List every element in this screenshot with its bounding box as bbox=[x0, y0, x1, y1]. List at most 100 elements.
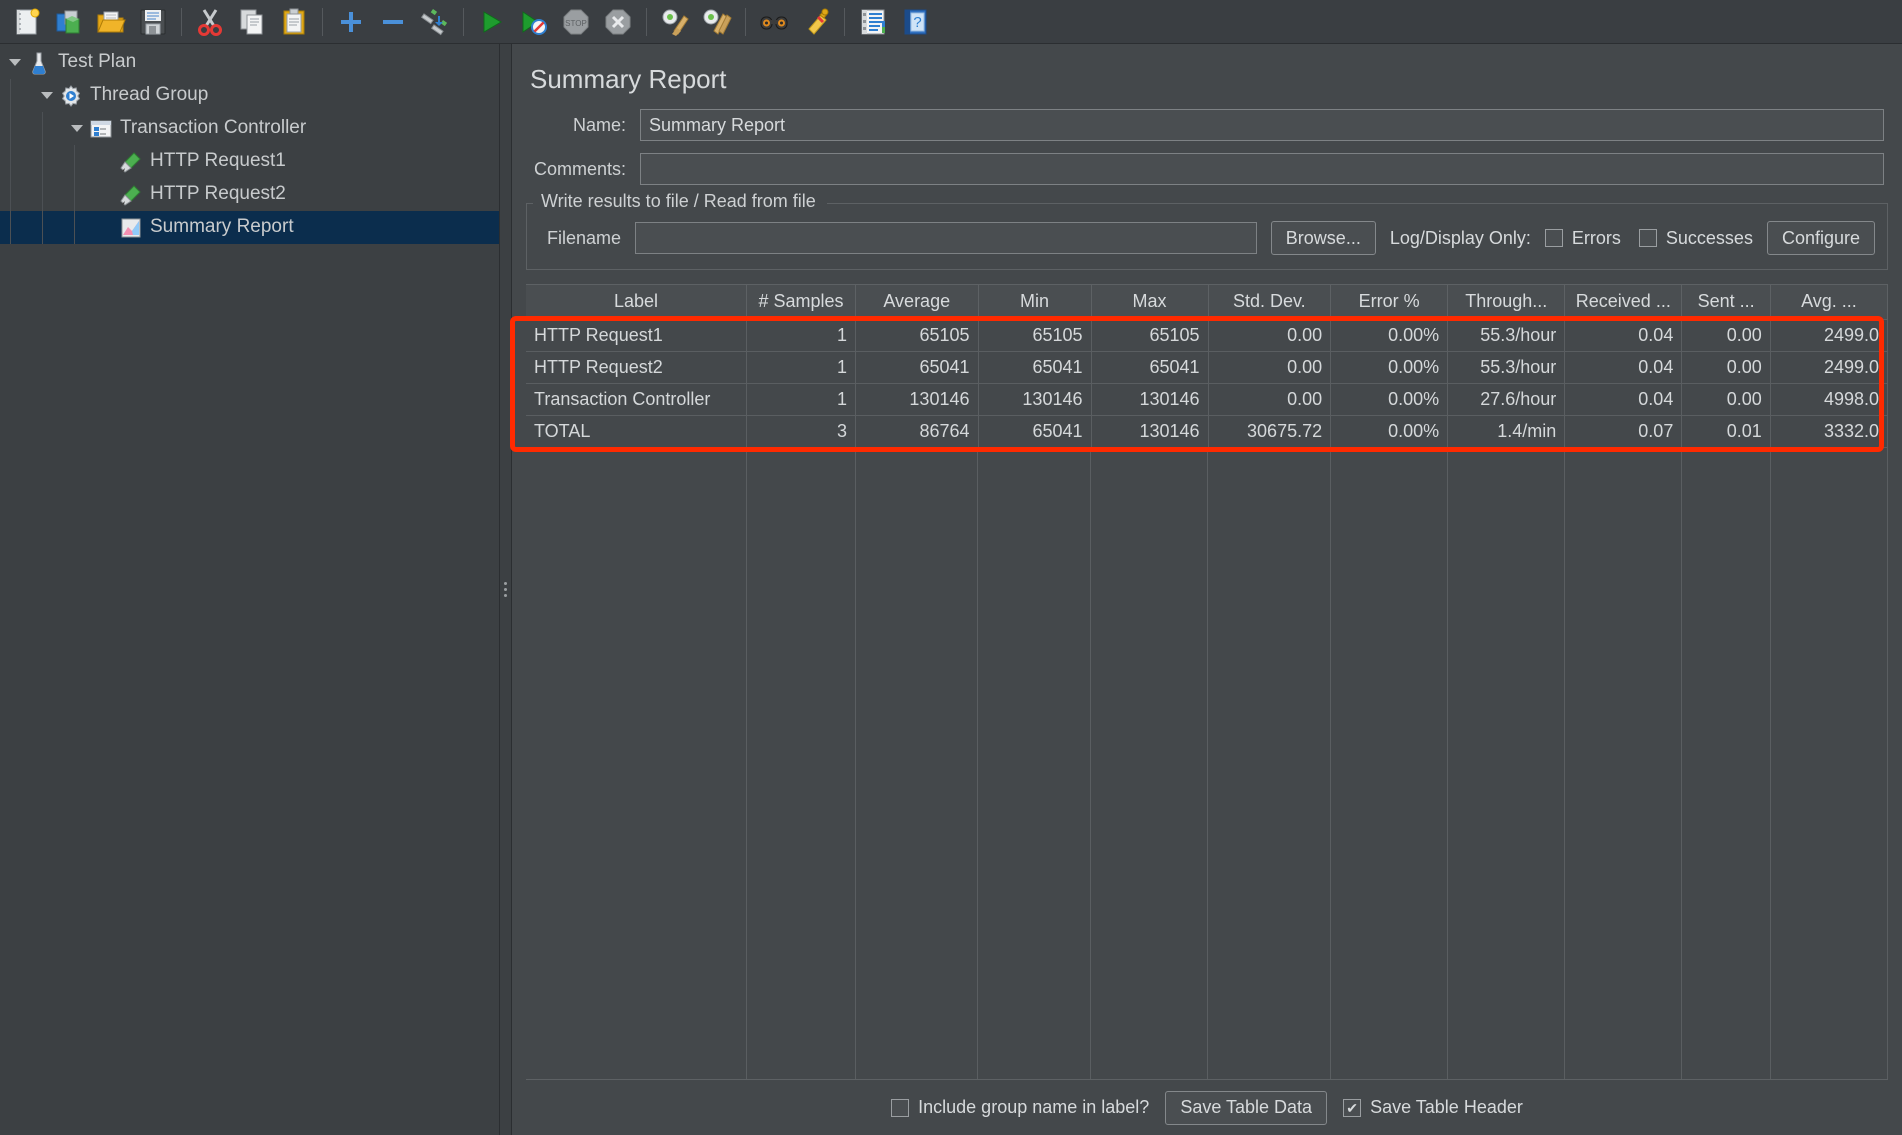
column-header-throughput[interactable]: Through... bbox=[1448, 285, 1565, 319]
cell-samples: 1 bbox=[747, 383, 856, 415]
successes-checkbox-box[interactable] bbox=[1639, 229, 1657, 247]
search-icon[interactable] bbox=[753, 2, 795, 42]
cell-avg-bytes: 2499.0 bbox=[1770, 351, 1887, 383]
expand-toggle[interactable] bbox=[36, 79, 58, 112]
errors-checkbox[interactable]: Errors bbox=[1545, 228, 1621, 249]
function-helper-icon[interactable] bbox=[852, 2, 894, 42]
tree-node-label: HTTP Request2 bbox=[150, 183, 286, 206]
svg-text:?: ? bbox=[913, 14, 921, 31]
expand-toggle[interactable] bbox=[66, 112, 88, 145]
cell-throughput: 1.4/min bbox=[1448, 415, 1565, 447]
table-row-total[interactable]: TOTAL 3 86764 65041 130146 30675.72 0.00… bbox=[526, 415, 1888, 447]
tree-node-thread-group[interactable]: Thread Group bbox=[0, 79, 499, 112]
tree-node-label: Transaction Controller bbox=[120, 117, 306, 140]
reset-search-icon[interactable] bbox=[795, 2, 837, 42]
tree-node-http-request2[interactable]: HTTP Request2 bbox=[0, 178, 499, 211]
new-icon[interactable] bbox=[6, 2, 48, 42]
page-title: Summary Report bbox=[512, 44, 1902, 109]
summary-report-panel: Summary Report Name: Comments: Write res… bbox=[512, 44, 1902, 1135]
tree-node-test-plan[interactable]: Test Plan bbox=[0, 46, 499, 79]
errors-checkbox-box[interactable] bbox=[1545, 229, 1563, 247]
tree-node-http-request1[interactable]: HTTP Request1 bbox=[0, 145, 499, 178]
start-no-pauses-icon[interactable] bbox=[513, 2, 555, 42]
column-header-error-pct[interactable]: Error % bbox=[1331, 285, 1448, 319]
column-header-label[interactable]: Label bbox=[526, 285, 747, 319]
save-table-header-label: Save Table Header bbox=[1370, 1097, 1523, 1118]
cell-received: 0.04 bbox=[1565, 351, 1682, 383]
configure-button[interactable]: Configure bbox=[1767, 221, 1875, 255]
name-input[interactable] bbox=[640, 109, 1884, 141]
comments-input[interactable] bbox=[640, 153, 1884, 185]
log-display-only-label: Log/Display Only: bbox=[1390, 228, 1531, 249]
templates-icon[interactable] bbox=[48, 2, 90, 42]
cell-std-dev: 30675.72 bbox=[1208, 415, 1331, 447]
summary-table[interactable]: Label # Samples Average Min Max Std. Dev… bbox=[526, 285, 1888, 448]
include-group-name-checkbox[interactable]: Include group name in label? bbox=[891, 1097, 1149, 1118]
grid-column bbox=[978, 448, 1091, 1080]
splitter-grip[interactable] bbox=[504, 582, 507, 597]
shutdown-icon[interactable] bbox=[597, 2, 639, 42]
column-header-avg-bytes[interactable]: Avg. ... bbox=[1770, 285, 1887, 319]
tree-node-label: HTTP Request1 bbox=[150, 150, 286, 173]
open-icon[interactable] bbox=[90, 2, 132, 42]
column-header-sent[interactable]: Sent ... bbox=[1682, 285, 1770, 319]
save-table-header-checkbox[interactable]: Save Table Header bbox=[1343, 1097, 1523, 1118]
save-table-header-checkbox-box[interactable] bbox=[1343, 1099, 1361, 1117]
grid-column bbox=[1208, 448, 1331, 1080]
expand-toggle[interactable] bbox=[4, 46, 26, 79]
filename-label: Filename bbox=[539, 228, 635, 249]
tree-guide-line bbox=[10, 79, 11, 112]
column-header-std-dev[interactable]: Std. Dev. bbox=[1208, 285, 1331, 319]
cell-received: 0.04 bbox=[1565, 319, 1682, 351]
cell-error-pct: 0.00% bbox=[1331, 319, 1448, 351]
paste-icon[interactable] bbox=[273, 2, 315, 42]
table-row[interactable]: HTTP Request1 1 65105 65105 65105 0.00 0… bbox=[526, 319, 1888, 351]
collapse-all-icon[interactable] bbox=[372, 2, 414, 42]
start-icon[interactable] bbox=[471, 2, 513, 42]
tree-node-summary-report[interactable]: Summary Report bbox=[0, 211, 499, 244]
save-icon[interactable] bbox=[132, 2, 174, 42]
expand-all-icon[interactable] bbox=[330, 2, 372, 42]
cell-min: 65105 bbox=[978, 319, 1091, 351]
column-header-average[interactable]: Average bbox=[855, 285, 978, 319]
tree-guide-line bbox=[10, 112, 11, 145]
tree-node-label: Summary Report bbox=[150, 216, 294, 239]
cell-label: Transaction Controller bbox=[526, 383, 747, 415]
summary-report-icon bbox=[118, 215, 144, 241]
thread-group-icon bbox=[58, 83, 84, 109]
save-table-data-button[interactable]: Save Table Data bbox=[1165, 1091, 1327, 1125]
grid-column bbox=[747, 448, 856, 1080]
column-header-min[interactable]: Min bbox=[978, 285, 1091, 319]
column-header-max[interactable]: Max bbox=[1091, 285, 1208, 319]
help-icon[interactable]: ? bbox=[894, 2, 936, 42]
cut-icon[interactable] bbox=[189, 2, 231, 42]
cell-min: 130146 bbox=[978, 383, 1091, 415]
transaction-controller-icon bbox=[88, 116, 114, 142]
successes-checkbox[interactable]: Successes bbox=[1639, 228, 1753, 249]
cell-sent: 0.00 bbox=[1682, 383, 1770, 415]
tree-node-transaction-controller[interactable]: Transaction Controller bbox=[0, 112, 499, 145]
test-plan-tree[interactable]: Test Plan Thread Group bbox=[0, 44, 500, 1135]
cell-average: 65041 bbox=[855, 351, 978, 383]
grid-column bbox=[856, 448, 979, 1080]
stop-icon[interactable]: STOP bbox=[555, 2, 597, 42]
tree-node-label: Thread Group bbox=[90, 84, 208, 107]
tree-guide-line bbox=[42, 112, 43, 145]
column-header-samples[interactable]: # Samples bbox=[747, 285, 856, 319]
clear-icon[interactable] bbox=[654, 2, 696, 42]
successes-checkbox-label: Successes bbox=[1666, 228, 1753, 249]
copy-icon[interactable] bbox=[231, 2, 273, 42]
clear-all-icon[interactable] bbox=[696, 2, 738, 42]
include-group-name-checkbox-box[interactable] bbox=[891, 1099, 909, 1117]
table-row[interactable]: HTTP Request2 1 65041 65041 65041 0.00 0… bbox=[526, 351, 1888, 383]
filename-input[interactable] bbox=[635, 222, 1257, 254]
cell-throughput: 27.6/hour bbox=[1448, 383, 1565, 415]
browse-button[interactable]: Browse... bbox=[1271, 221, 1376, 255]
toggle-icon[interactable] bbox=[414, 2, 456, 42]
table-row[interactable]: Transaction Controller 1 130146 130146 1… bbox=[526, 383, 1888, 415]
name-label: Name: bbox=[530, 115, 640, 136]
column-header-received[interactable]: Received ... bbox=[1565, 285, 1682, 319]
panel-splitter[interactable] bbox=[500, 44, 512, 1135]
cell-max: 130146 bbox=[1091, 383, 1208, 415]
cell-received: 0.04 bbox=[1565, 383, 1682, 415]
